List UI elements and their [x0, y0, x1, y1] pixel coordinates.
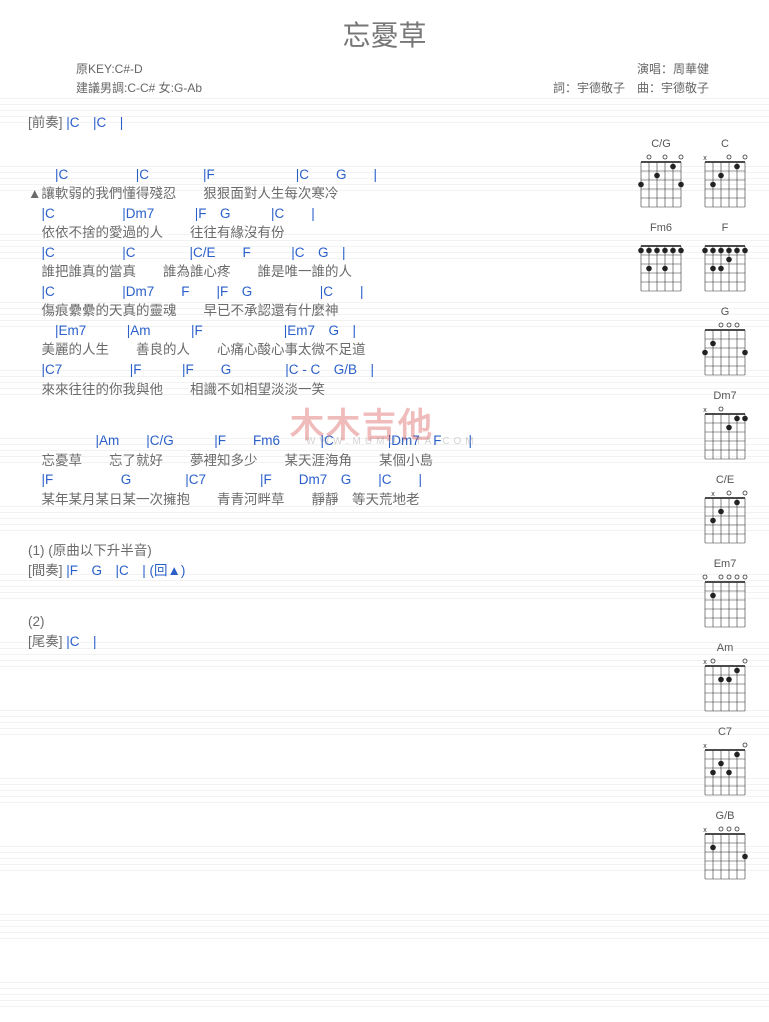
chord-diagram-label: Fm6 — [650, 222, 672, 234]
chord-diagram: Dm7 x — [697, 390, 753, 462]
inter-num: (1) — [28, 543, 45, 558]
chord-diagram-label: C7 — [718, 726, 732, 738]
svg-text:x: x — [711, 491, 715, 498]
chord-line: |Em7 |Am |F |Em7 G | — [28, 322, 600, 340]
lyric-line: 來來往往的你我與他 相識不如相望淡淡一笑 — [28, 381, 600, 399]
chord-line: |C |C |F |C G | — [28, 166, 600, 184]
outro-num: (2) — [28, 613, 600, 631]
lyric-line: 誰把誰真的當真 誰為誰心疼 誰是唯一誰的人 — [28, 263, 600, 281]
svg-text:x: x — [703, 659, 707, 666]
lyric-line: 傷痕纍纍的天真的靈魂 早已不承認還有什麼神 — [28, 302, 600, 320]
chord-diagram-label: Dm7 — [713, 390, 736, 402]
chord-line: |C7 |F |F G |C - C G/B | — [28, 361, 600, 379]
song-title: 忘憂草 — [0, 0, 769, 54]
chorus-block: |Am |C/G |F Fm6 |C |Dm7 F | 忘憂草 忘了就好 夢裡知… — [28, 432, 600, 508]
chord-diagram-label: C/G — [651, 138, 671, 150]
lyric-line: 某年某月某日某一次擁抱 青青河畔草 靜靜 等天荒地老 — [28, 491, 600, 509]
meta-suggest: 建議男調:C-C# 女:G-Ab — [76, 79, 202, 96]
chord-diagram-label: F — [722, 222, 729, 234]
inter-chords: |F G |C | (回▲) — [63, 563, 186, 578]
svg-text:x: x — [703, 155, 707, 162]
chord-line: |C |Dm7 F |F G |C | — [28, 283, 600, 301]
meta-credits: 詞：宇德敬子 曲：宇德敬子 — [553, 79, 709, 96]
chord-diagram: C/G — [633, 138, 689, 210]
chord-diagram: C x — [697, 138, 753, 210]
chord-diagram: G/B x — [697, 810, 753, 882]
inter-label: [間奏] — [28, 563, 63, 578]
intro-label: [前奏] — [28, 115, 63, 130]
chord-diagram: C/E x — [697, 474, 753, 546]
chord-diagram: G — [697, 306, 753, 378]
meta-key: 原KEY:C#-D — [76, 60, 143, 77]
outro-chords: |C | — [63, 634, 97, 649]
chord-line: |Am |C/G |F Fm6 |C |Dm7 F | — [28, 432, 600, 450]
lyric-line: 忘憂草 忘了就好 夢裡知多少 某天涯海角 某個小島 — [28, 452, 600, 470]
chord-diagram: F — [697, 222, 753, 294]
chord-diagram-label: G/B — [716, 810, 735, 822]
chord-diagram-label: Em7 — [714, 558, 737, 570]
lyric-line: 依依不捨的愛過的人 往往有緣沒有份 — [28, 224, 600, 242]
chord-sheet: [前奏] |C |C | |C |C |F |C G | ▲讓軟弱的我們懂得殘忍… — [0, 114, 600, 650]
svg-text:x: x — [703, 827, 707, 834]
chord-diagram: Em7 — [697, 558, 753, 630]
lyric-line: 美麗的人生 善良的人 心痛心酸心事太微不足道 — [28, 341, 600, 359]
chord-diagram-label: C — [721, 138, 729, 150]
chord-line: |C |C |C/E F |C G | — [28, 244, 600, 262]
chord-line: |F G |C7 |F Dm7 G |C | — [28, 471, 600, 489]
chord-line: |C |Dm7 |F G |C | — [28, 205, 600, 223]
chord-diagram: Fm6 — [633, 222, 689, 294]
chord-diagram-label: Am — [717, 642, 734, 654]
chord-diagram-column: C/G C x Fm6 F G Dm7 x C/E x Em7 Am x C7 … — [623, 138, 753, 882]
svg-text:x: x — [703, 743, 707, 750]
chord-diagram: Am x — [697, 642, 753, 714]
intro-chords: |C |C | — [63, 115, 124, 130]
lyric-line: ▲讓軟弱的我們懂得殘忍 狠狠面對人生每次寒冷 — [28, 185, 600, 203]
meta-singer: 演唱：周華健 — [637, 60, 709, 77]
outro-label: [尾奏] — [28, 634, 63, 649]
chord-diagram-label: C/E — [716, 474, 734, 486]
inter-note: (原曲以下升半音) — [45, 543, 152, 558]
chord-diagram: C7 x — [697, 726, 753, 798]
svg-text:x: x — [703, 407, 707, 414]
verse-block: |C |C |F |C G | ▲讓軟弱的我們懂得殘忍 狠狠面對人生每次寒冷 |… — [28, 166, 600, 399]
chord-diagram-label: G — [721, 306, 730, 318]
